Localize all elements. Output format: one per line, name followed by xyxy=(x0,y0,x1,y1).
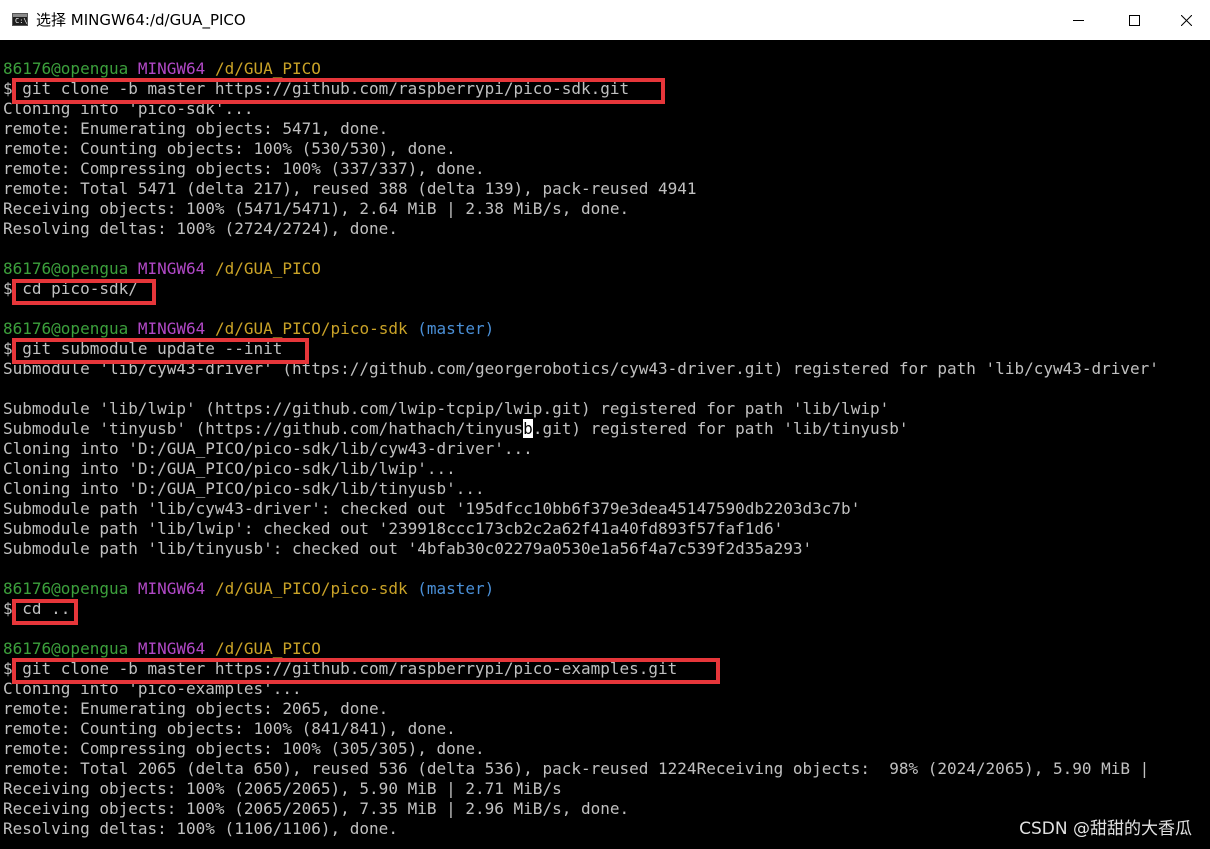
output-line: remote: Compressing objects: 100% (305/3… xyxy=(3,739,485,758)
maximize-icon xyxy=(1129,15,1140,26)
output-line: remote: Counting objects: 100% (530/530)… xyxy=(3,139,456,158)
terminal-window: C:\ 选择 MINGW64:/d/GUA_PICO 86176@opengua… xyxy=(0,0,1210,849)
output-line: Cloning into 'D:/GUA_PICO/pico-sdk/lib/l… xyxy=(3,459,456,478)
prompt-host: MINGW64 xyxy=(137,579,206,598)
output-line: remote: Enumerating objects: 2065, done. xyxy=(3,699,389,718)
output-line: remote: Compressing objects: 100% (337/3… xyxy=(3,159,485,178)
output-line: Submodule path 'lib/lwip': checked out '… xyxy=(3,519,784,538)
prompt-host: MINGW64 xyxy=(137,259,206,278)
output-line: Cloning into 'pico-sdk'... xyxy=(3,99,254,118)
output-text: .git) registered for path 'lib/tinyusb' xyxy=(532,419,909,438)
prompt-line: 86176@opengua MINGW64 /d/GUA_PICO/pico-s… xyxy=(3,579,1210,599)
prompt-line: 86176@opengua MINGW64 /d/GUA_PICO xyxy=(3,639,1210,659)
output-line: remote: Total 5471 (delta 217), reused 3… xyxy=(3,179,697,198)
prompt-path: /d/GUA_PICO xyxy=(214,59,321,78)
prompt-line: 86176@opengua MINGW64 /d/GUA_PICO/pico-s… xyxy=(3,319,1210,339)
prompt-line: 86176@opengua MINGW64 /d/GUA_PICO xyxy=(3,259,1210,279)
prompt-host: MINGW64 xyxy=(137,59,206,78)
output-line: Cloning into 'D:/GUA_PICO/pico-sdk/lib/t… xyxy=(3,479,485,498)
output-line: Submodule 'lib/cyw43-driver' (https://gi… xyxy=(3,359,1159,378)
console-icon[interactable]: C:\ xyxy=(12,13,28,26)
output-line: remote: Total 2065 (delta 650), reused 5… xyxy=(3,759,1150,778)
command-line: $ git clone -b master https://github.com… xyxy=(3,659,678,678)
command-line: $ git submodule update --init xyxy=(3,339,283,358)
output-line: remote: Enumerating objects: 5471, done. xyxy=(3,119,389,138)
output-text: Submodule 'tinyusb' (https://github.com/… xyxy=(3,419,524,438)
command-line: $ cd .. xyxy=(3,599,71,618)
minimize-icon xyxy=(1073,20,1084,21)
command-line: $ cd pico-sdk/ xyxy=(3,279,138,298)
output-line: Submodule 'lib/lwip' (https://github.com… xyxy=(3,399,890,418)
prompt-path: /d/GUA_PICO xyxy=(214,639,321,658)
title-bar[interactable]: C:\ 选择 MINGW64:/d/GUA_PICO xyxy=(0,0,1210,40)
prompt-host: MINGW64 xyxy=(137,319,206,338)
output-line: remote: Counting objects: 100% (841/841)… xyxy=(3,719,456,738)
prompt-path: /d/GUA_PICO/pico-sdk xyxy=(214,579,408,598)
output-line: Cloning into 'pico-examples'... xyxy=(3,679,302,698)
text-cursor: b xyxy=(523,419,533,438)
prompt-user: 86176@opengua xyxy=(3,319,129,338)
window-title: 选择 MINGW64:/d/GUA_PICO xyxy=(36,11,246,29)
terminal-output[interactable]: 86176@opengua MINGW64 /d/GUA_PICO $ git c… xyxy=(3,59,1210,839)
prompt-user: 86176@opengua xyxy=(3,59,129,78)
output-line: Receiving objects: 100% (2065/2065), 7.3… xyxy=(3,799,630,818)
output-line: Submodule 'tinyusb' (https://github.com/… xyxy=(3,419,1210,439)
output-line: Resolving deltas: 100% (2724/2724), done… xyxy=(3,219,398,238)
close-button[interactable] xyxy=(1162,0,1210,40)
prompt-branch: (master) xyxy=(417,319,495,338)
prompt-user: 86176@opengua xyxy=(3,579,129,598)
output-line: Submodule path 'lib/cyw43-driver': check… xyxy=(3,499,861,518)
command-line: $ git clone -b master https://github.com… xyxy=(3,79,630,98)
prompt-path: /d/GUA_PICO xyxy=(214,259,321,278)
prompt-host: MINGW64 xyxy=(137,639,206,658)
watermark: CSDN @甜甜的大香瓜 xyxy=(1019,819,1192,839)
output-line: Receiving objects: 100% (5471/5471), 2.6… xyxy=(3,199,630,218)
output-line: Receiving objects: 100% (2065/2065), 5.9… xyxy=(3,779,562,798)
prompt-user: 86176@opengua xyxy=(3,259,129,278)
prompt-user: 86176@opengua xyxy=(3,639,129,658)
prompt-branch: (master) xyxy=(417,579,495,598)
prompt-path: /d/GUA_PICO/pico-sdk xyxy=(214,319,408,338)
maximize-button[interactable] xyxy=(1110,0,1158,40)
output-line: Submodule path 'lib/tinyusb': checked ou… xyxy=(3,539,813,558)
close-icon xyxy=(1181,15,1192,26)
output-line: Cloning into 'D:/GUA_PICO/pico-sdk/lib/c… xyxy=(3,439,533,458)
prompt-line: 86176@opengua MINGW64 /d/GUA_PICO xyxy=(3,59,1210,79)
minimize-button[interactable] xyxy=(1054,0,1102,40)
